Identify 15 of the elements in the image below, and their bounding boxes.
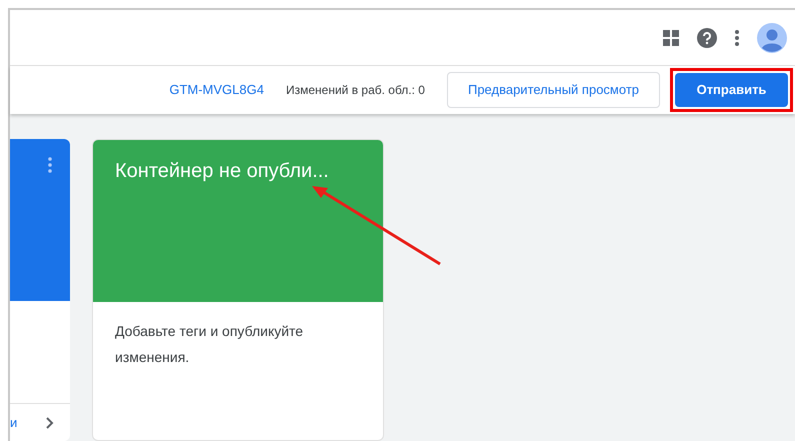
card-description: Добавьте теги и опубликуйте изменения. xyxy=(114,322,304,367)
container-card[interactable]: и xyxy=(10,139,70,441)
apps-grid-icon[interactable] xyxy=(663,30,679,46)
submit-button[interactable]: Отправить xyxy=(675,73,788,107)
card-title: Контейнер не опубли... xyxy=(115,160,329,182)
card-link[interactable]: и xyxy=(10,412,18,432)
avatar-icon[interactable] xyxy=(757,22,787,52)
more-options-icon[interactable] xyxy=(735,30,739,46)
workspace-changes-count: Изменений в раб. обл.: 0 xyxy=(286,82,425,99)
container-id-link[interactable]: GTM-MVGL8G4 xyxy=(169,80,264,100)
preview-button[interactable]: Предварительный просмотр xyxy=(446,72,660,108)
more-options-icon[interactable] xyxy=(48,157,52,173)
help-icon[interactable] xyxy=(697,28,717,48)
container-card[interactable]: Контейнер не опубли... Добавьте теги и опубликуйте изменения. xyxy=(92,139,384,441)
chevron-right-icon[interactable] xyxy=(46,416,54,428)
